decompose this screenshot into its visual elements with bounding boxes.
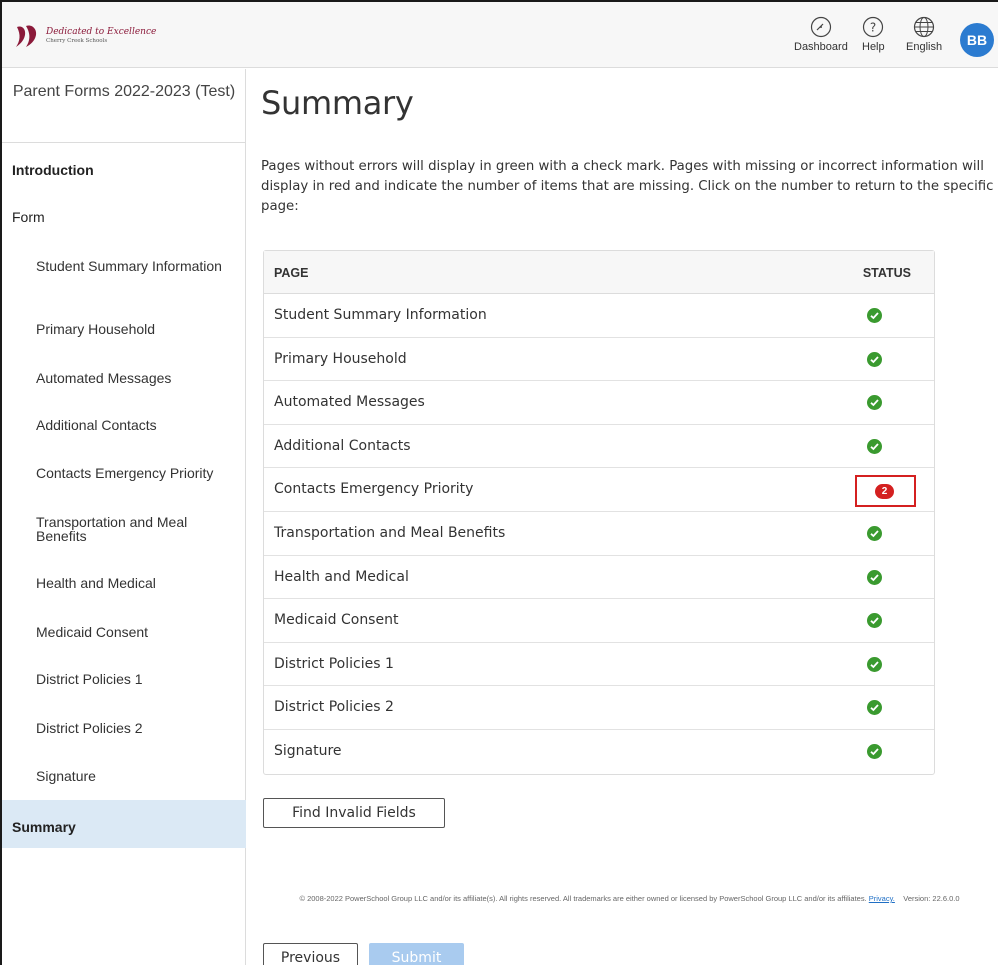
table-row: Health and Medical [264,556,934,600]
user-avatar[interactable]: BB [960,23,994,57]
table-row: Student Summary Information [264,294,934,338]
form-title: Parent Forms 2022-2023 (Test) [12,83,236,100]
help-question-icon: ? [863,16,884,38]
logo-mark-icon [14,23,40,49]
sidebar-item-student-summary[interactable]: Student Summary Information [36,259,241,273]
sidebar-item-introduction[interactable]: Introduction [12,162,94,178]
help-label: Help [862,41,885,53]
table-header: PAGE STATUS [264,251,934,294]
svg-text:?: ? [870,21,876,35]
row-page-name: Signature [274,742,342,759]
dashboard-button[interactable]: Dashboard [794,16,848,53]
sidebar-item-medicaid-consent[interactable]: Medicaid Consent [36,625,241,639]
sidebar-divider [2,142,246,143]
row-page-name: Student Summary Information [274,307,487,323]
table-row: District Policies 1 [264,643,934,687]
status-check-icon [867,613,882,629]
language-label: English [906,41,943,53]
row-page-name: Primary Household [274,350,407,367]
row-page-name: Contacts Emergency Priority [274,481,474,498]
sidebar-item-automated-messages[interactable]: Automated Messages [36,371,241,385]
status-check-icon [867,525,882,541]
table-row: Signature [264,730,934,774]
row-page-name: District Policies 1 [274,655,394,672]
status-check-icon [867,700,882,716]
table-row: Contacts Emergency Priority 2 [264,468,934,512]
column-header-page: PAGE [274,266,309,280]
logo-subtitle: Cherry Creek Schools [46,37,108,44]
status-check-icon [867,351,882,367]
table-row: Additional Contacts [264,425,934,469]
status-check-icon [867,743,882,759]
row-page-name: Transportation and Meal Benefits [274,524,506,541]
sidebar-item-summary[interactable]: Summary [12,819,76,835]
row-page-name: Health and Medical [274,568,409,585]
find-invalid-fields-button[interactable]: Find Invalid Fields [263,798,445,828]
sidebar-item-signature[interactable]: Signature [36,769,241,783]
sidebar-item-additional-contacts[interactable]: Additional Contacts [36,418,241,432]
column-header-status: STATUS [862,266,911,280]
sidebar-item-district-policies-2[interactable]: District Policies 2 [36,721,241,735]
status-check-icon [867,438,882,454]
privacy-link[interactable]: Privacy. [869,894,895,903]
page-title: Summary [261,84,414,122]
sidebar-item-primary-household[interactable]: Primary Household [36,322,241,336]
table-row: Transportation and Meal Benefits [264,512,934,556]
row-page-name: Additional Contacts [274,437,411,454]
logo-text: Dedicated to Excellence Cherry Creek Sch… [46,26,157,45]
submit-button[interactable]: Submit [369,943,464,965]
top-header: Dedicated to Excellence Cherry Creek Sch… [2,2,998,68]
row-page-name: Automated Messages [274,394,425,411]
row-page-name: District Policies 2 [274,699,394,716]
error-count-badge[interactable]: 2 [875,484,894,500]
footer-text: © 2008-2022 PowerSchool Group LLC and/or… [299,894,867,903]
sidebar-item-health-medical[interactable]: Health and Medical [36,576,241,590]
sidebar-item-district-policies-1[interactable]: District Policies 1 [36,672,241,686]
app-frame: Dedicated to Excellence Cherry Creek Sch… [0,0,998,965]
summary-table: PAGE STATUS Student Summary Information … [263,250,935,775]
footer-copyright: © 2008-2022 PowerSchool Group LLC and/or… [261,893,998,905]
summary-instructions: Pages without errors will display in gre… [261,159,994,214]
globe-icon [913,16,935,38]
district-logo[interactable]: Dedicated to Excellence Cherry Creek Sch… [14,20,174,52]
table-row: District Policies 2 [264,686,934,730]
previous-button[interactable]: Previous [263,943,358,965]
status-check-icon [867,395,882,411]
error-highlight-box: 2 [855,475,916,508]
sidebar-item-form[interactable]: Form [12,209,45,225]
dashboard-label: Dashboard [794,41,848,53]
help-button[interactable]: ? Help [862,16,885,53]
row-page-name: Medicaid Consent [274,612,399,629]
sidebar-item-transportation[interactable]: Transportation and Meal Benefits [36,515,241,543]
sidebar-item-contacts-emergency-priority[interactable]: Contacts Emergency Priority [36,466,241,480]
table-row: Automated Messages [264,381,934,425]
table-row: Primary Household [264,338,934,382]
logo-title: Dedicated to Excellence [46,26,157,37]
status-check-icon [867,569,882,585]
dashboard-gauge-icon [810,16,832,38]
table-row: Medicaid Consent [264,599,934,643]
sidebar-nav: Parent Forms 2022-2023 (Test) Introducti… [2,69,246,965]
status-check-icon [867,656,882,672]
language-button[interactable]: English [906,16,942,53]
status-check-icon [867,308,882,323]
version-text: Version: 22.6.0.0 [903,894,960,903]
